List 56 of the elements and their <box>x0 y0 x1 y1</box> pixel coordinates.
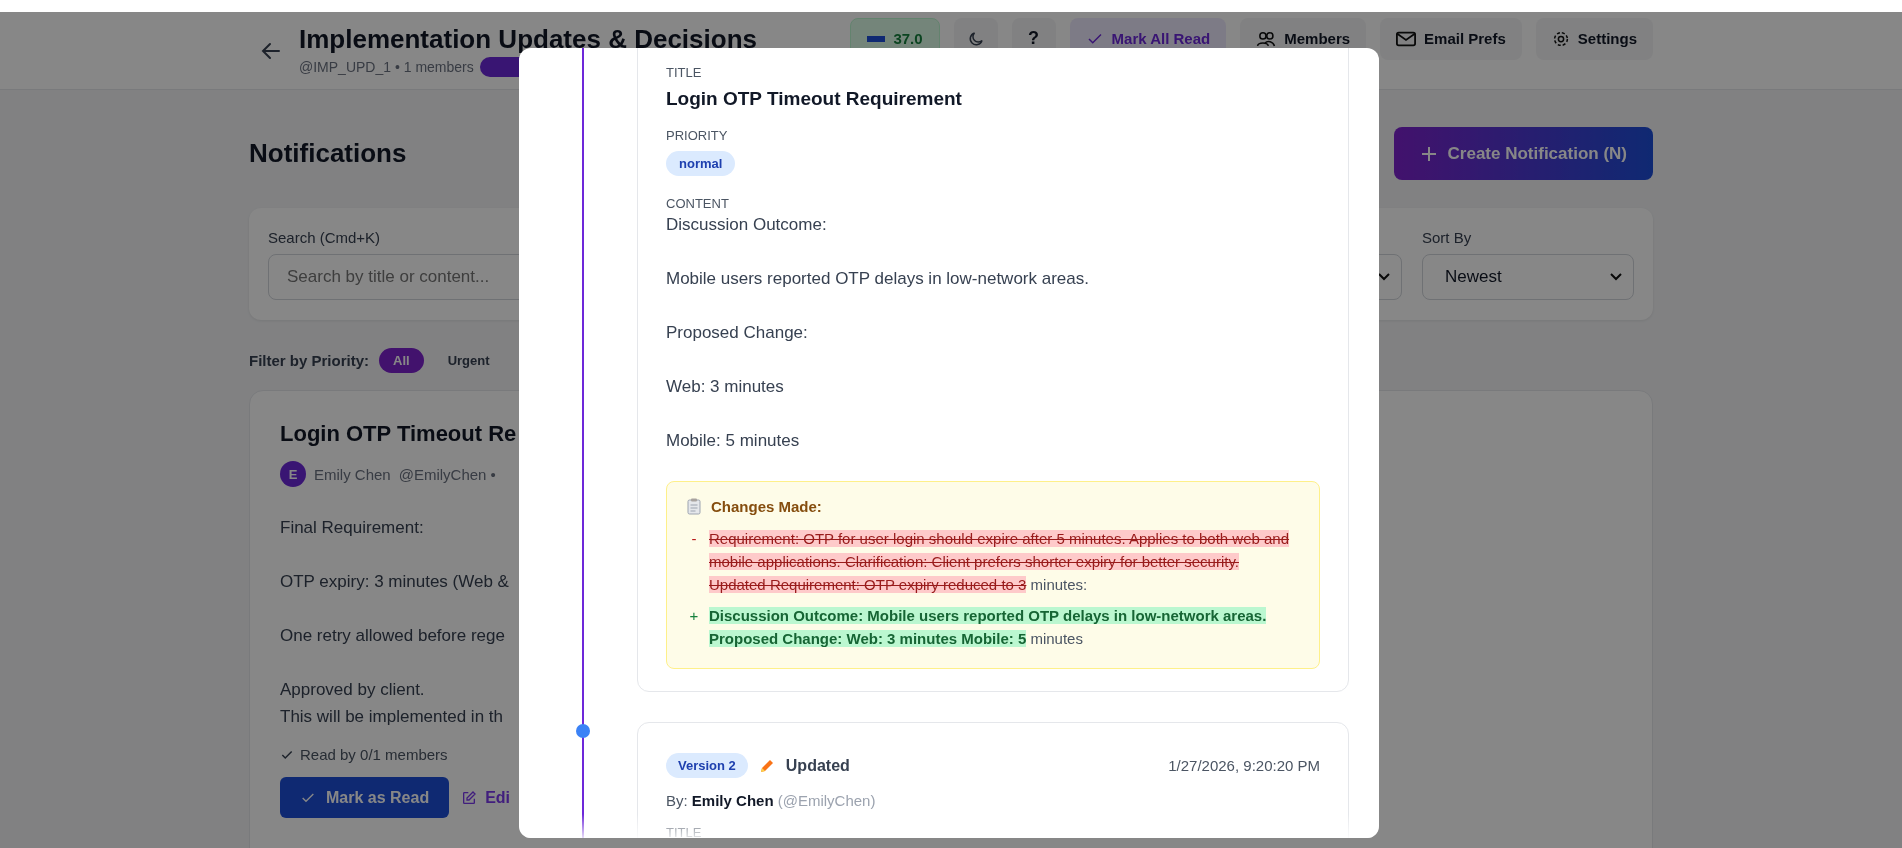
author-handle: (@EmilyChen) <box>777 792 876 809</box>
content-text: Web: 3 minutes <box>666 376 784 398</box>
sort-label: Sort By <box>1422 229 1473 246</box>
content-text: Discussion Outcome: <box>666 214 827 236</box>
author-name: Emily Chen <box>691 792 774 809</box>
version-timestamp: 1/27/2026, 9:20:20 PM <box>1168 757 1320 774</box>
bar-icon <box>867 33 886 44</box>
sort-select[interactable]: Newest <box>1422 254 1634 300</box>
edit-button[interactable]: Edi <box>453 777 519 818</box>
added-text: Discussion Outcome: Mobile users reported OTP delays in low-network areas. Proposed Change: Web: 3 minutes Mobile: 5 minutes <box>709 606 1268 649</box>
notification-text: This will be implemented in th <box>280 706 503 728</box>
version-badge: Version 2 <box>666 753 748 778</box>
filter-label: Filter by Priority: <box>249 351 370 369</box>
action-label: Updated <box>785 756 850 775</box>
search-label: Search (Cmd+K) <box>268 229 382 246</box>
plus-icon <box>1419 144 1438 163</box>
diff-sign: - <box>690 529 698 549</box>
changes-heading: Changes Made: <box>711 498 822 515</box>
notification-text: One retry allowed before rege <box>280 625 505 647</box>
version-title: Login OTP Timeout Requirement <box>666 88 963 110</box>
removed-text: Requirement: OTP for user login should expire after 5 minutes. Applies to both web and mobile applications. Clarification: Client prefers shorter expiry for better security. Updated Requirement: OTP expiry reduced to 3 minutes: <box>709 529 1291 595</box>
field-label: TITLE <box>666 65 703 80</box>
mark-as-read-button[interactable]: Mark as Read <box>280 777 450 818</box>
notification-text: Final Requirement: <box>280 517 424 539</box>
notification-title: Login OTP Timeout Re <box>280 421 517 447</box>
page-title: Implementation Updates & Decisions <box>299 24 757 55</box>
priority-filter-chip[interactable]: All <box>379 347 424 373</box>
people-icon <box>1256 29 1277 48</box>
mail-icon <box>1396 30 1417 47</box>
email-prefs-button[interactable]: Email Prefs <box>1380 17 1522 60</box>
priority-badge: normal <box>666 151 736 176</box>
clipboard-icon <box>687 498 701 515</box>
diff-sign: + <box>688 606 700 626</box>
chevron-down-icon <box>1377 272 1391 282</box>
notification-text: OTP expiry: 3 minutes (Web & <box>280 571 509 593</box>
content-text: Proposed Change: <box>666 322 808 344</box>
author-handle: @EmilyChen • <box>398 465 496 483</box>
by-label: By: <box>666 792 688 809</box>
notifications-heading: Notifications <box>249 138 407 169</box>
timeline-dot <box>576 724 590 738</box>
avatar: E <box>280 461 306 487</box>
channel-subtitle: @IMP_UPD_1 • 1 members <box>299 59 474 75</box>
author-name: Emily Chen <box>314 465 391 483</box>
settings-icon <box>1551 29 1570 48</box>
priority-filter-chip[interactable]: Urgent <box>433 347 504 373</box>
read-by-text: Read by 0/1 members <box>300 746 448 763</box>
chevron-down-icon <box>1609 272 1623 282</box>
create-notification-button[interactable]: Create Notification (N) <box>1393 127 1653 180</box>
content-text: Mobile: 5 minutes <box>666 430 800 452</box>
content-text: Mobile users reported OTP delays in low-network areas. <box>666 268 1089 290</box>
edit-icon <box>461 789 478 806</box>
notification-text: Approved by client. <box>280 679 425 701</box>
field-label: TITLE <box>666 825 703 838</box>
field-label: CONTENT <box>666 196 730 211</box>
settings-button[interactable]: Settings <box>1535 17 1653 60</box>
field-label: PRIORITY <box>666 128 729 143</box>
